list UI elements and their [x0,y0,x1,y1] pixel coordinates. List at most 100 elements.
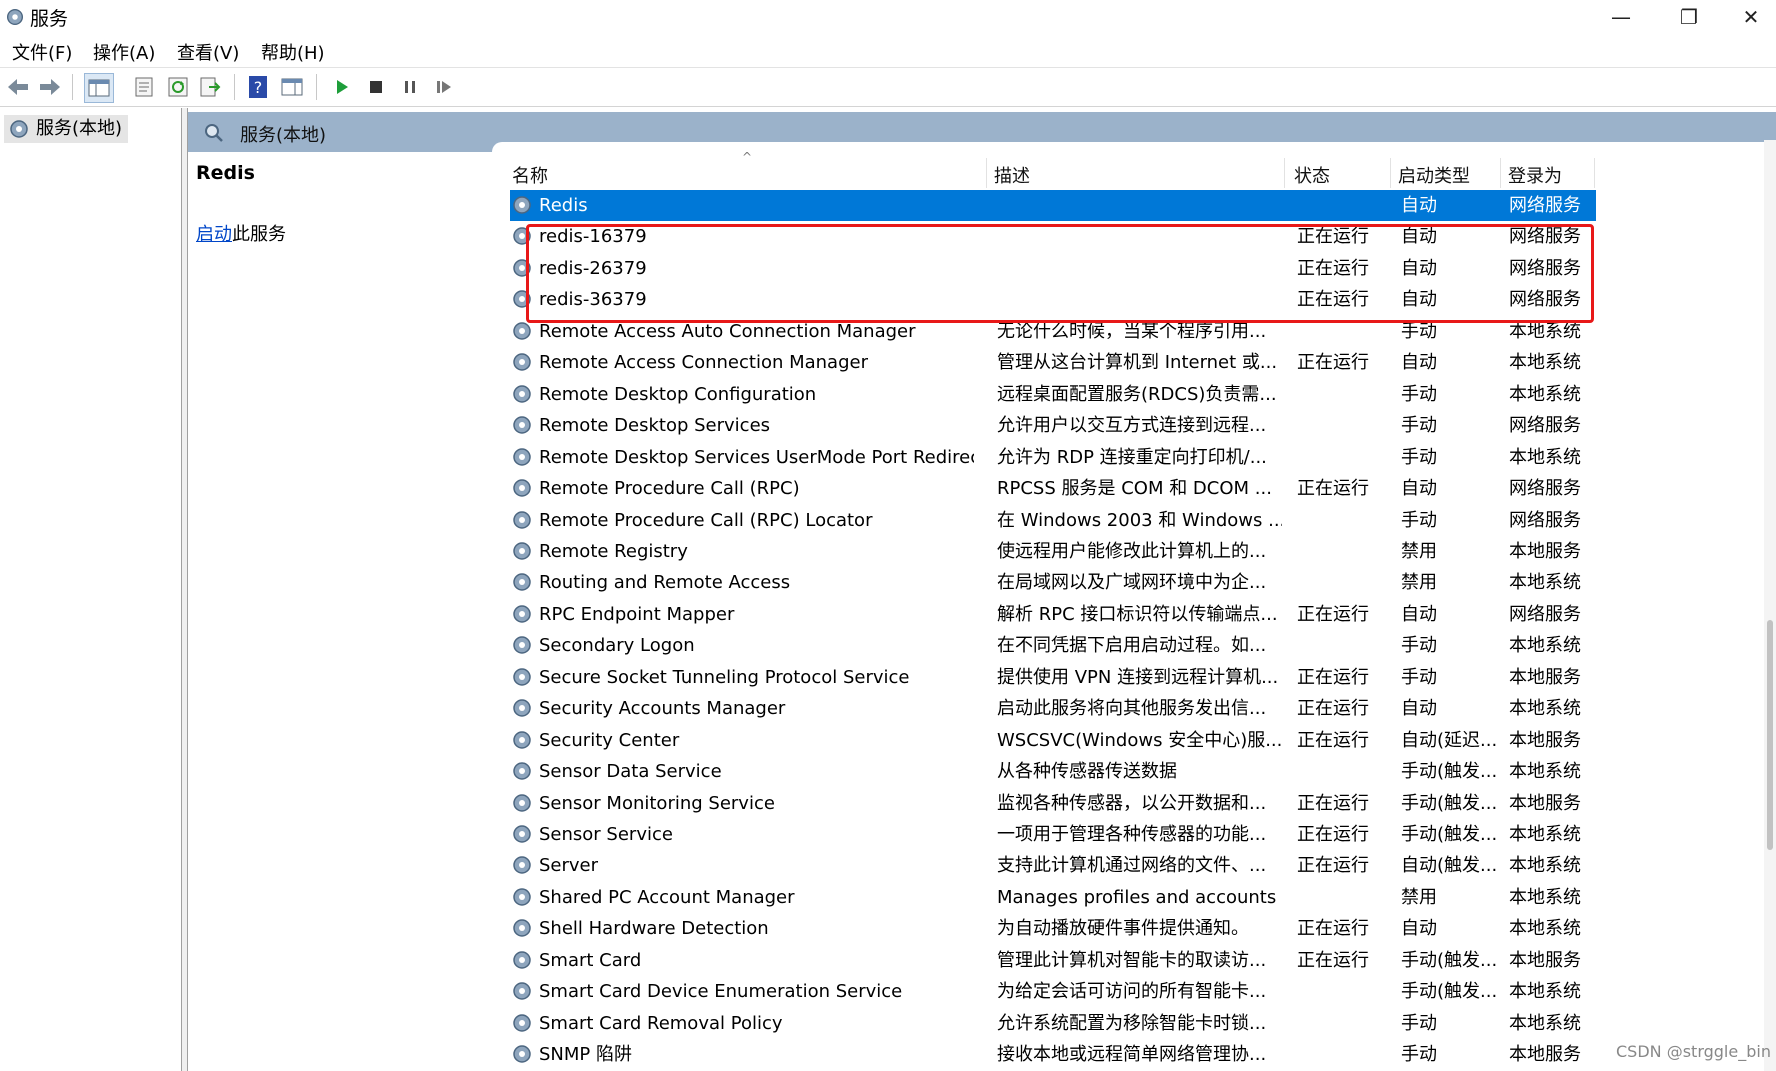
column-divider[interactable] [986,158,987,188]
start-service-icon [337,80,348,94]
service-description: 在不同凭据下启用启动过程。如... [997,635,1267,656]
service-row[interactable]: Smart Card Device Enumeration Service 为给定… [510,976,1596,1007]
properties-button[interactable] [130,73,158,101]
service-description: 为自动播放硬件事件提供通知。 [997,918,1249,939]
service-row[interactable]: Smart Card Removal Policy 允许系统配置为移除智能卡时锁.… [510,1008,1596,1039]
service-gear-icon [513,227,531,245]
column-divider[interactable] [1390,158,1391,188]
service-description: 使远程用户能修改此计算机上的... [997,541,1267,562]
title-bar: 服务 — ❐ ✕ [0,0,1776,34]
back-button[interactable] [4,73,32,101]
service-row[interactable]: Secondary Logon 在不同凭据下启用启动过程。如... 手动 本地系统 [510,630,1596,661]
pause-service-button[interactable] [396,73,424,101]
service-gear-icon [513,353,531,371]
service-row[interactable]: Sensor Data Service 从各种传感器传送数据 手动(触发... 本地系… [510,756,1596,787]
service-row[interactable]: Remote Desktop Services 允许用户以交互方式连接到远程...… [510,410,1596,441]
stop-service-button[interactable] [362,73,390,101]
service-row[interactable]: Shared PC Account Manager Manages profile… [510,882,1596,913]
watermark: CSDN @strggle_bin [1616,1042,1771,1061]
column-divider[interactable] [1284,158,1285,188]
column-header-name[interactable]: 名称 [512,162,548,188]
service-description: 允许系统配置为移除智能卡时锁... [997,1013,1267,1034]
column-divider[interactable] [1594,158,1595,188]
service-row[interactable]: RPC Endpoint Mapper 解析 RPC 接口标识符以传输端点... 正… [510,599,1596,630]
export-list-button[interactable] [196,73,224,101]
toolbar-separator [234,74,235,100]
forward-button[interactable] [36,73,64,101]
service-name: Shell Hardware Detection [539,918,769,939]
service-row[interactable]: Remote Access Connection Manager 管理从这台计算机… [510,347,1596,378]
service-row[interactable]: redis-26379 正在运行 自动 网络服务 [510,253,1596,284]
service-startup-type: 手动 [1401,1044,1437,1065]
help-button[interactable]: ? [244,73,272,101]
minimize-button[interactable]: — [1596,0,1646,34]
service-log-on-as: 本地服务 [1509,730,1581,751]
column-header-startup-type[interactable]: 启动类型 [1398,162,1470,188]
close-button[interactable]: ✕ [1726,0,1776,34]
service-row[interactable]: Shell Hardware Detection 为自动播放硬件事件提供通知。 正在… [510,913,1596,944]
service-row[interactable]: Security Accounts Manager 启动此服务将向其他服务发出信.… [510,693,1596,724]
service-name: Remote Procedure Call (RPC) Locator [539,510,873,531]
start-service-suffix: 此服务 [232,224,286,245]
service-row[interactable]: Sensor Service 一项用于管理各种传感器的功能... 正在运行 手动(触发… [510,819,1596,850]
column-header-description[interactable]: 描述 [994,162,1030,188]
service-name: Remote Access Auto Connection Manager [539,321,916,342]
start-service-action: 启动此服务 [196,220,286,246]
service-row[interactable]: SNMP 陷阱 接收本地或远程简单网络管理协... 手动 本地服务 [510,1039,1596,1070]
service-row[interactable]: Server 支持此计算机通过网络的文件、... 正在运行 自动(触发... 本地系统 [510,850,1596,881]
service-status: 正在运行 [1297,793,1369,814]
menu-action[interactable]: 操作(A) [93,39,155,65]
scrollbar-thumb[interactable] [1767,620,1773,850]
start-service-button[interactable] [328,73,356,101]
service-row[interactable]: Remote Desktop Services UserMode Port Re… [510,442,1596,473]
service-status: 正在运行 [1297,604,1369,625]
service-row[interactable]: Routing and Remote Access 在局域网以及广域网环境中为企.… [510,567,1596,598]
column-header-log-on-as[interactable]: 登录为 [1508,162,1562,188]
service-description: 在局域网以及广域网环境中为企... [997,572,1267,593]
service-row[interactable]: Secure Socket Tunneling Protocol Service… [510,662,1596,693]
service-row[interactable]: Remote Registry 使远程用户能修改此计算机上的... 禁用 本地服务 [510,536,1596,567]
start-service-link[interactable]: 启动 [196,224,232,245]
service-name: Shared PC Account Manager [539,887,795,908]
service-gear-icon [513,699,531,717]
service-row[interactable]: redis-36379 正在运行 自动 网络服务 [510,284,1596,315]
service-name: redis-36379 [539,289,647,310]
menu-file[interactable]: 文件(F) [12,39,72,65]
service-log-on-as: 本地系统 [1509,698,1581,719]
refresh-button[interactable] [164,73,192,101]
column-header-status[interactable]: 状态 [1294,162,1330,188]
vertical-scrollbar[interactable] [1764,140,1776,1071]
service-row[interactable]: Remote Procedure Call (RPC) RPCSS 服务是 COM… [510,473,1596,504]
service-gear-icon [513,825,531,843]
service-row[interactable]: Smart Card 管理此计算机对智能卡的取读访... 正在运行 手动(触发... 本… [510,945,1596,976]
service-name: Security Center [539,730,680,751]
menu-view[interactable]: 查看(V) [177,39,239,65]
service-log-on-as: 网络服务 [1509,415,1581,436]
column-divider[interactable] [1500,158,1501,188]
service-status: 正在运行 [1297,918,1369,939]
service-description: Manages profiles and accounts o... [997,887,1282,908]
service-row[interactable]: redis-16379 正在运行 自动 网络服务 [510,221,1596,252]
service-row[interactable]: Redis 自动 网络服务 [510,190,1596,221]
stop-service-icon [370,81,382,93]
service-gear-icon [513,605,531,623]
service-row[interactable]: Remote Access Auto Connection Manager 无论什… [510,316,1596,347]
service-startup-type: 自动 [1401,918,1437,939]
restore-button[interactable]: ❐ [1664,0,1714,34]
services-gear-icon [10,120,28,138]
service-row[interactable]: Sensor Monitoring Service 监视各种传感器，以公开数据和.… [510,788,1596,819]
menu-help[interactable]: 帮助(H) [261,39,325,65]
service-name: Remote Access Connection Manager [539,352,868,373]
service-gear-icon [513,542,531,560]
tree-node-services-local[interactable]: 服务(本地) [4,115,129,143]
service-row[interactable]: Remote Desktop Configuration 远程桌面配置服务(RDC… [510,379,1596,410]
service-description: 接收本地或远程简单网络管理协... [997,1044,1267,1065]
service-row[interactable]: Security Center WSCSVC(Windows 安全中心)服... 正… [510,725,1596,756]
service-description: 为给定会话可访问的所有智能卡... [997,981,1267,1002]
service-row[interactable]: Remote Procedure Call (RPC) Locator 在 Win… [510,505,1596,536]
console-tree-button[interactable] [84,73,114,103]
service-gear-icon [513,259,531,277]
action-pane-button[interactable] [278,73,306,101]
resume-service-button[interactable] [430,73,458,101]
service-description: 启动此服务将向其他服务发出信... [997,698,1267,719]
